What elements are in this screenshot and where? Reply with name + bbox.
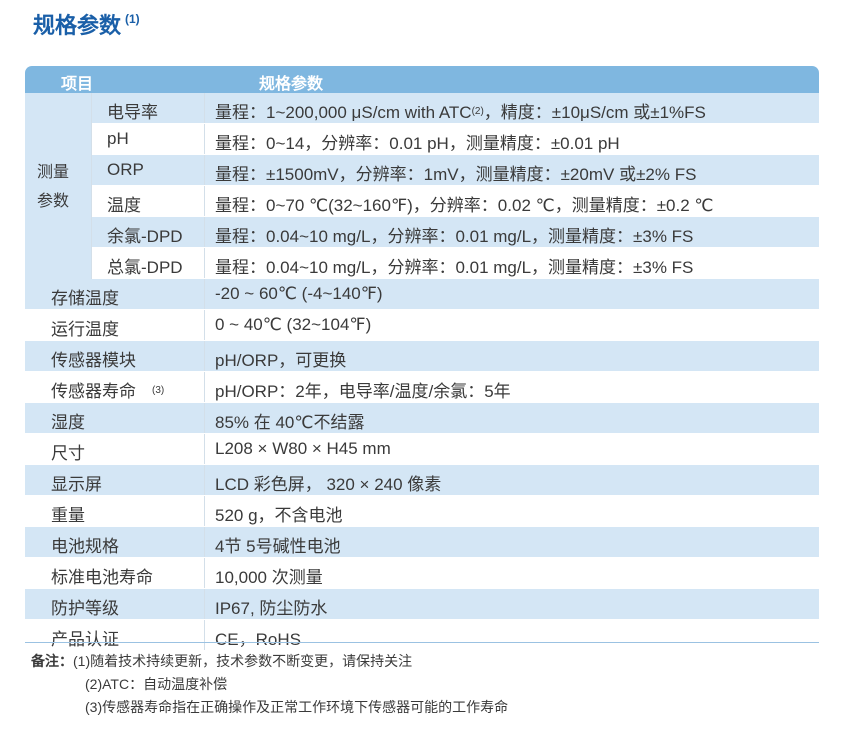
row-value: IP67, 防尘防水 xyxy=(215,599,328,618)
footnote-label: 备注： xyxy=(31,653,73,669)
measure-group-label-line1: 测量 xyxy=(37,164,70,181)
page-title: 规格参数 (1) xyxy=(33,8,140,40)
table-bottom-divider xyxy=(25,642,819,643)
title-text: 规格参数 xyxy=(33,13,122,38)
row-key: 湿度 xyxy=(51,413,85,432)
atc-footnote-mark: (2) xyxy=(471,106,484,117)
table-row: 传感器模块 pH/ORP，可更换 xyxy=(25,341,819,372)
row-key: 余氯-DPD xyxy=(107,227,183,246)
table-row: 重量 520 g，不含电池 xyxy=(25,496,819,527)
row-key: pH xyxy=(107,129,129,148)
table-row: 尺寸 L208 × W80 × H45 mm xyxy=(25,434,819,465)
spec-table: 项目 规格参数 测量 参数 电导率 量程：1~200,000 μS/cm wit… xyxy=(25,66,819,651)
row-key: 尺寸 xyxy=(51,444,85,463)
table-row: 标准电池寿命 10,000 次测量 xyxy=(25,558,819,589)
row-key: 重量 xyxy=(51,506,85,525)
row-key: 电导率 xyxy=(107,103,158,122)
header-spec-label: 规格参数 xyxy=(259,76,324,93)
table-header: 项目 规格参数 xyxy=(25,66,819,93)
table-row: 电导率 量程：1~200,000 μS/cm with ATC(2)，精度：±1… xyxy=(25,93,819,124)
title-footnote-mark: (1) xyxy=(125,12,140,26)
row-value: pH/ORP，可更换 xyxy=(215,351,347,370)
row-key: 运行温度 xyxy=(51,320,119,339)
table-row: pH 量程：0~14，分辨率：0.01 pH，测量精度：±0.01 pH xyxy=(25,124,819,155)
row-key: 温度 xyxy=(107,196,141,215)
table-row: 显示屏 LCD 彩色屏， 320 × 240 像素 xyxy=(25,465,819,496)
table-row: 防护等级 IP67, 防尘防水 xyxy=(25,589,819,620)
row-key: 产品认证 xyxy=(51,630,119,649)
measure-group: 测量 参数 电导率 量程：1~200,000 μS/cm with ATC(2)… xyxy=(25,93,819,279)
row-value: 0 ~ 40℃ (32~104℉) xyxy=(215,315,372,334)
row-key: 电池规格 xyxy=(51,537,119,556)
row-value: L208 × W80 × H45 mm xyxy=(215,439,391,458)
row-value: pH/ORP：2年，电导率/温度/余氯：5年 xyxy=(215,382,511,401)
footnote-2: (2)ATC：自动温度补偿 xyxy=(85,676,228,692)
table-row: 总氯-DPD 量程：0.04~10 mg/L，分辨率：0.01 mg/L，测量精… xyxy=(25,248,819,279)
table-row: ORP 量程：±1500mV，分辨率：1mV，测量精度：±20mV 或±2% F… xyxy=(25,155,819,186)
row-key: 传感器寿命 (3) xyxy=(51,382,165,401)
row-value: 量程：±1500mV，分辨率：1mV，测量精度：±20mV 或±2% FS xyxy=(215,165,697,184)
row-key: 显示屏 xyxy=(51,475,102,494)
row-value: 520 g，不含电池 xyxy=(215,506,343,525)
row-value: 85% 在 40℃不结露 xyxy=(215,413,365,432)
table-row: 温度 量程：0~70 ℃(32~160℉)，分辨率：0.02 ℃，测量精度：±0… xyxy=(25,186,819,217)
row-value: 量程：0.04~10 mg/L，分辨率：0.01 mg/L，测量精度：±3% F… xyxy=(215,227,694,246)
footnote-1: 备注：(1)随着技术持续更新，技术参数不断变更，请保持关注 xyxy=(31,653,413,669)
footnotes: 备注：(1)随着技术持续更新，技术参数不断变更，请保持关注 (2)ATC：自动温… xyxy=(31,650,508,719)
measure-group-label-line2: 参数 xyxy=(37,193,70,210)
table-row: 运行温度 0 ~ 40℃ (32~104℉) xyxy=(25,310,819,341)
row-value: CE，RoHS xyxy=(215,630,301,649)
row-value: LCD 彩色屏， 320 × 240 像素 xyxy=(215,475,442,494)
row-key: ORP xyxy=(107,160,144,179)
row-key: 传感器模块 xyxy=(51,351,136,370)
table-row: 余氯-DPD 量程：0.04~10 mg/L，分辨率：0.01 mg/L，测量精… xyxy=(25,217,819,248)
table-row: 产品认证 CE，RoHS xyxy=(25,620,819,651)
row-value: 量程：0.04~10 mg/L，分辨率：0.01 mg/L，测量精度：±3% F… xyxy=(215,258,694,277)
measure-group-label: 测量 参数 xyxy=(25,93,92,279)
table-row: 湿度 85% 在 40℃不结露 xyxy=(25,403,819,434)
row-value: 4节 5号碱性电池 xyxy=(215,537,341,556)
row-key: 标准电池寿命 xyxy=(51,568,153,587)
row-key: 存储温度 xyxy=(51,289,119,308)
row-key: 防护等级 xyxy=(51,599,119,618)
table-row: 电池规格 4节 5号碱性电池 xyxy=(25,527,819,558)
row-value: -20 ~ 60℃ (-4~140℉) xyxy=(215,284,383,303)
row-value: 量程：0~14，分辨率：0.01 pH，测量精度：±0.01 pH xyxy=(215,134,620,153)
row-value: 量程：1~200,000 μS/cm with ATC(2)，精度：±10μS/… xyxy=(215,103,706,122)
table-row: 存储温度 -20 ~ 60℃ (-4~140℉) xyxy=(25,279,819,310)
footnote-3: (3)传感器寿命指在正确操作及正常工作环境下传感器可能的工作寿命 xyxy=(85,699,509,715)
sensor-life-footnote-mark: (3) xyxy=(152,385,165,396)
row-value: 10,000 次测量 xyxy=(215,568,323,587)
row-key: 总氯-DPD xyxy=(107,258,183,277)
row-value: 量程：0~70 ℃(32~160℉)，分辨率：0.02 ℃，测量精度：±0.2 … xyxy=(215,196,714,215)
table-row: 传感器寿命 (3) pH/ORP：2年，电导率/温度/余氯：5年 xyxy=(25,372,819,403)
header-item-label: 项目 xyxy=(61,76,94,93)
